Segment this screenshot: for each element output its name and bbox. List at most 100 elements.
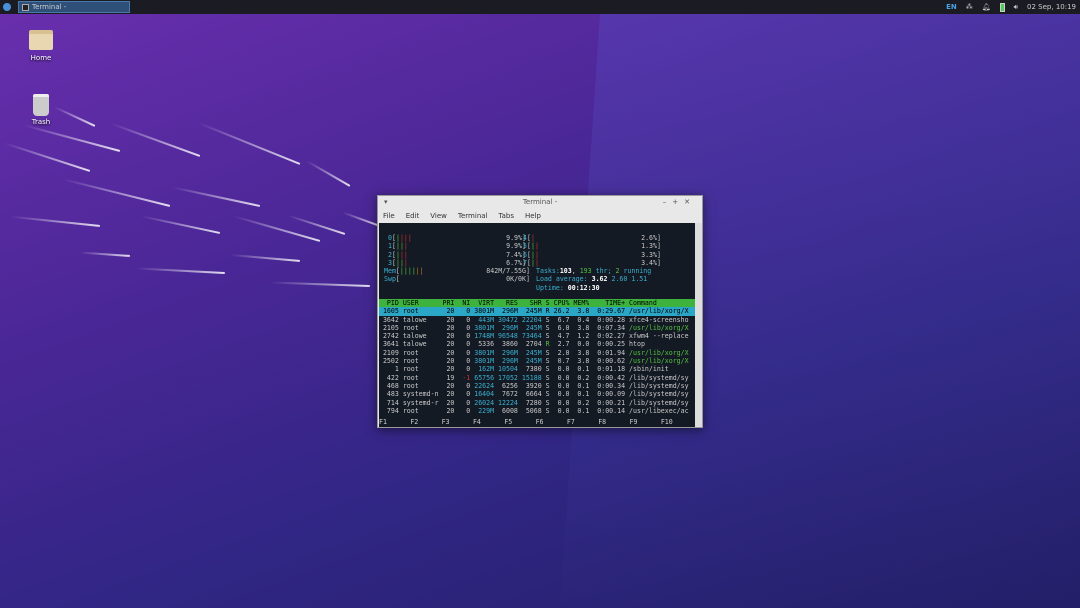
command-cell: /lib/systemd/sy bbox=[629, 390, 689, 399]
maximize-icon[interactable]: + bbox=[672, 198, 684, 206]
fkey-setup[interactable]: F2Setup bbox=[410, 418, 441, 427]
process-row[interactable]: 468 root 20 0 22624 6256 3920 S 0.0 0.1 0:00.34/li… bbox=[379, 382, 696, 390]
s-cell: S bbox=[545, 299, 550, 307]
s-cell: R bbox=[545, 340, 550, 349]
menu-view[interactable]: View bbox=[430, 212, 447, 220]
pid-cell: PID bbox=[386, 299, 399, 307]
light-streak bbox=[306, 160, 351, 187]
fkey-nice[interactable]: F7Nice - bbox=[567, 418, 598, 427]
network-icon[interactable]: ⁂ bbox=[966, 3, 973, 11]
shr-cell: 7380 bbox=[525, 365, 542, 374]
battery-icon[interactable] bbox=[999, 2, 1005, 12]
command-cell: /lib/systemd/sy bbox=[629, 398, 689, 407]
light-streak bbox=[171, 186, 261, 207]
process-row[interactable]: 2105 root 20 0 3801M 296M 245M S 6.0 3.8 0:07.34/u… bbox=[379, 324, 696, 332]
menu-terminal[interactable]: Terminal bbox=[458, 212, 488, 220]
process-row[interactable]: 422 root 19 -1 65756 17052 15188 S 0.0 0.2 0:00.42… bbox=[379, 374, 696, 382]
cpu-cell: 0.0 bbox=[557, 365, 570, 374]
command-cell: Command bbox=[629, 299, 657, 307]
ni-cell: 0 bbox=[466, 340, 471, 349]
fkey-help[interactable]: F1Help bbox=[379, 418, 410, 427]
shr-cell: 245M bbox=[525, 348, 542, 357]
process-row[interactable]: 1 root 20 0 162M 10504 7380 S 0.0 0.1 0:01.18/sbin… bbox=[379, 365, 696, 373]
pri-cell: 20 bbox=[446, 307, 455, 316]
fkey-quit[interactable]: F10Quit bbox=[661, 418, 696, 427]
tasks-label: Tasks: bbox=[536, 267, 560, 275]
pri-cell: 20 bbox=[446, 348, 455, 357]
process-row[interactable]: 483 systemd-n 20 0 16404 7672 6664 S 0.0 0.1 0:00.… bbox=[379, 390, 696, 398]
icon-label: Trash bbox=[31, 118, 51, 126]
tasks-info: Tasks:103, 193 thr; 2 running bbox=[536, 267, 652, 275]
virt-cell: 16404 bbox=[474, 390, 495, 399]
ni-cell: 0 bbox=[466, 315, 471, 324]
command-cell: /usr/lib/xorg/X bbox=[629, 348, 689, 357]
process-row[interactable]: 2109 root 20 0 3801M 296M 245M S 2.0 3.8 0:01.94/u… bbox=[379, 349, 696, 357]
desktop-icon-trash[interactable]: Trash bbox=[16, 94, 66, 126]
taskbar-terminal[interactable]: Terminal - bbox=[18, 1, 130, 13]
fkey-sortby[interactable]: F6SortBy bbox=[536, 418, 567, 427]
menu-help[interactable]: Help bbox=[525, 212, 541, 220]
menu-edit[interactable]: Edit bbox=[406, 212, 420, 220]
minimize-icon[interactable]: – bbox=[663, 198, 673, 206]
process-row[interactable]: 3642 talowe 20 0 443M 30472 22204 S 6.7 0.4 0:00.2… bbox=[379, 316, 696, 324]
pid-cell: 2742 bbox=[382, 332, 399, 341]
volume-icon[interactable]: 🔊︎ bbox=[1014, 3, 1018, 12]
mem-label: Mem bbox=[384, 267, 396, 275]
menu-file[interactable]: File bbox=[383, 212, 395, 220]
scrollbar[interactable] bbox=[695, 223, 702, 427]
shr-cell: 245M bbox=[525, 357, 542, 366]
command-cell: /usr/lib/xorg/X bbox=[629, 323, 689, 332]
process-row[interactable]: 2502 root 20 0 3801M 296M 245M S 0.7 3.8 0:00.62/u… bbox=[379, 357, 696, 365]
table-header[interactable]: PID USER PRI NI VIRT RES SHR S CPU% MEM% TIME+ Comm… bbox=[379, 299, 696, 308]
fkey-search[interactable]: F3Search bbox=[442, 418, 473, 427]
thr-label: thr; bbox=[595, 267, 612, 275]
s-cell: S bbox=[545, 332, 550, 341]
pri-cell: 20 bbox=[446, 323, 455, 332]
process-row[interactable]: 3641 talowe 20 0 5336 3860 2704 R 2.7 0.0 0:00.25 h… bbox=[379, 340, 696, 348]
mem-cell: 3.8 bbox=[577, 348, 590, 357]
app-menu-icon[interactable] bbox=[3, 3, 11, 11]
process-row[interactable]: 714 systemd-r 20 0 26024 12224 7280 S 0.0 0.2 0:00… bbox=[379, 399, 696, 407]
process-row[interactable]: 1605 root 20 0 3801M 296M 245M R 26.2 3.8 0:29.67/… bbox=[379, 307, 696, 316]
fkey-nice[interactable]: F8Nice + bbox=[598, 418, 629, 427]
process-row[interactable]: 2742 talowe 20 0 1748M 96548 73464 S 4.7 1.2 0:02.… bbox=[379, 332, 696, 340]
fkey-kill[interactable]: F9Kill bbox=[630, 418, 661, 427]
light-streak bbox=[80, 251, 131, 257]
virt-cell: 229M bbox=[478, 406, 495, 415]
htop-terminal[interactable]: 0[|||| 9.9%] 1[||| 9.9%] 2[||| 7.4%] 3[||| 6.7%… bbox=[379, 223, 696, 427]
fkey-filter[interactable]: F4Filter bbox=[473, 418, 504, 427]
close-icon[interactable]: ✕ bbox=[684, 198, 696, 206]
s-cell: S bbox=[545, 348, 550, 357]
cpu-percent: 3.3% bbox=[641, 250, 657, 259]
virt-cell: 3801M bbox=[474, 357, 495, 366]
cpu-meter-2: 2[||| 7.4%] bbox=[388, 250, 526, 259]
keyboard-layout[interactable]: EN bbox=[946, 3, 957, 11]
fkey-number: F2 bbox=[410, 418, 419, 426]
command-cell: /sbin/init bbox=[629, 365, 669, 374]
cpu-cell: 0.0 bbox=[557, 406, 570, 415]
pid-cell: 422 bbox=[386, 373, 399, 382]
light-streak bbox=[10, 215, 101, 227]
virt-cell: VIRT bbox=[478, 299, 495, 307]
ni-cell: 0 bbox=[466, 348, 471, 357]
fkey-tree[interactable]: F5Tree bbox=[504, 418, 535, 427]
virt-cell: 22624 bbox=[474, 381, 495, 390]
s-cell: S bbox=[545, 406, 550, 415]
clock[interactable]: 02 Sep, 10:19 bbox=[1027, 3, 1076, 11]
res-cell: 6008 bbox=[502, 406, 518, 415]
title-bar[interactable]: ▾ Terminal - –+✕ bbox=[378, 196, 702, 209]
res-cell: 7672 bbox=[502, 390, 518, 399]
desktop-icon-home[interactable]: Home bbox=[16, 30, 66, 62]
mem-cell: 1.2 bbox=[577, 332, 590, 341]
notification-bell-icon[interactable]: 🔔︎ bbox=[982, 3, 991, 11]
cpu-percent: 7.4% bbox=[506, 250, 522, 259]
time-cell: 0:29.67 bbox=[597, 307, 626, 316]
terminal-icon bbox=[22, 3, 29, 11]
res-cell: 6256 bbox=[502, 381, 518, 390]
menu-tabs[interactable]: Tabs bbox=[499, 212, 515, 220]
cpu-cell: 0.0 bbox=[557, 381, 570, 390]
process-row[interactable]: 794 root 20 0 229M 6008 5068 S 0.0 0.1 0:00.14/usr… bbox=[379, 407, 696, 415]
time-cell: 0:02.27 bbox=[597, 332, 626, 341]
virt-cell: 65756 bbox=[474, 373, 495, 382]
window-menu-icon[interactable]: ▾ bbox=[384, 196, 388, 209]
